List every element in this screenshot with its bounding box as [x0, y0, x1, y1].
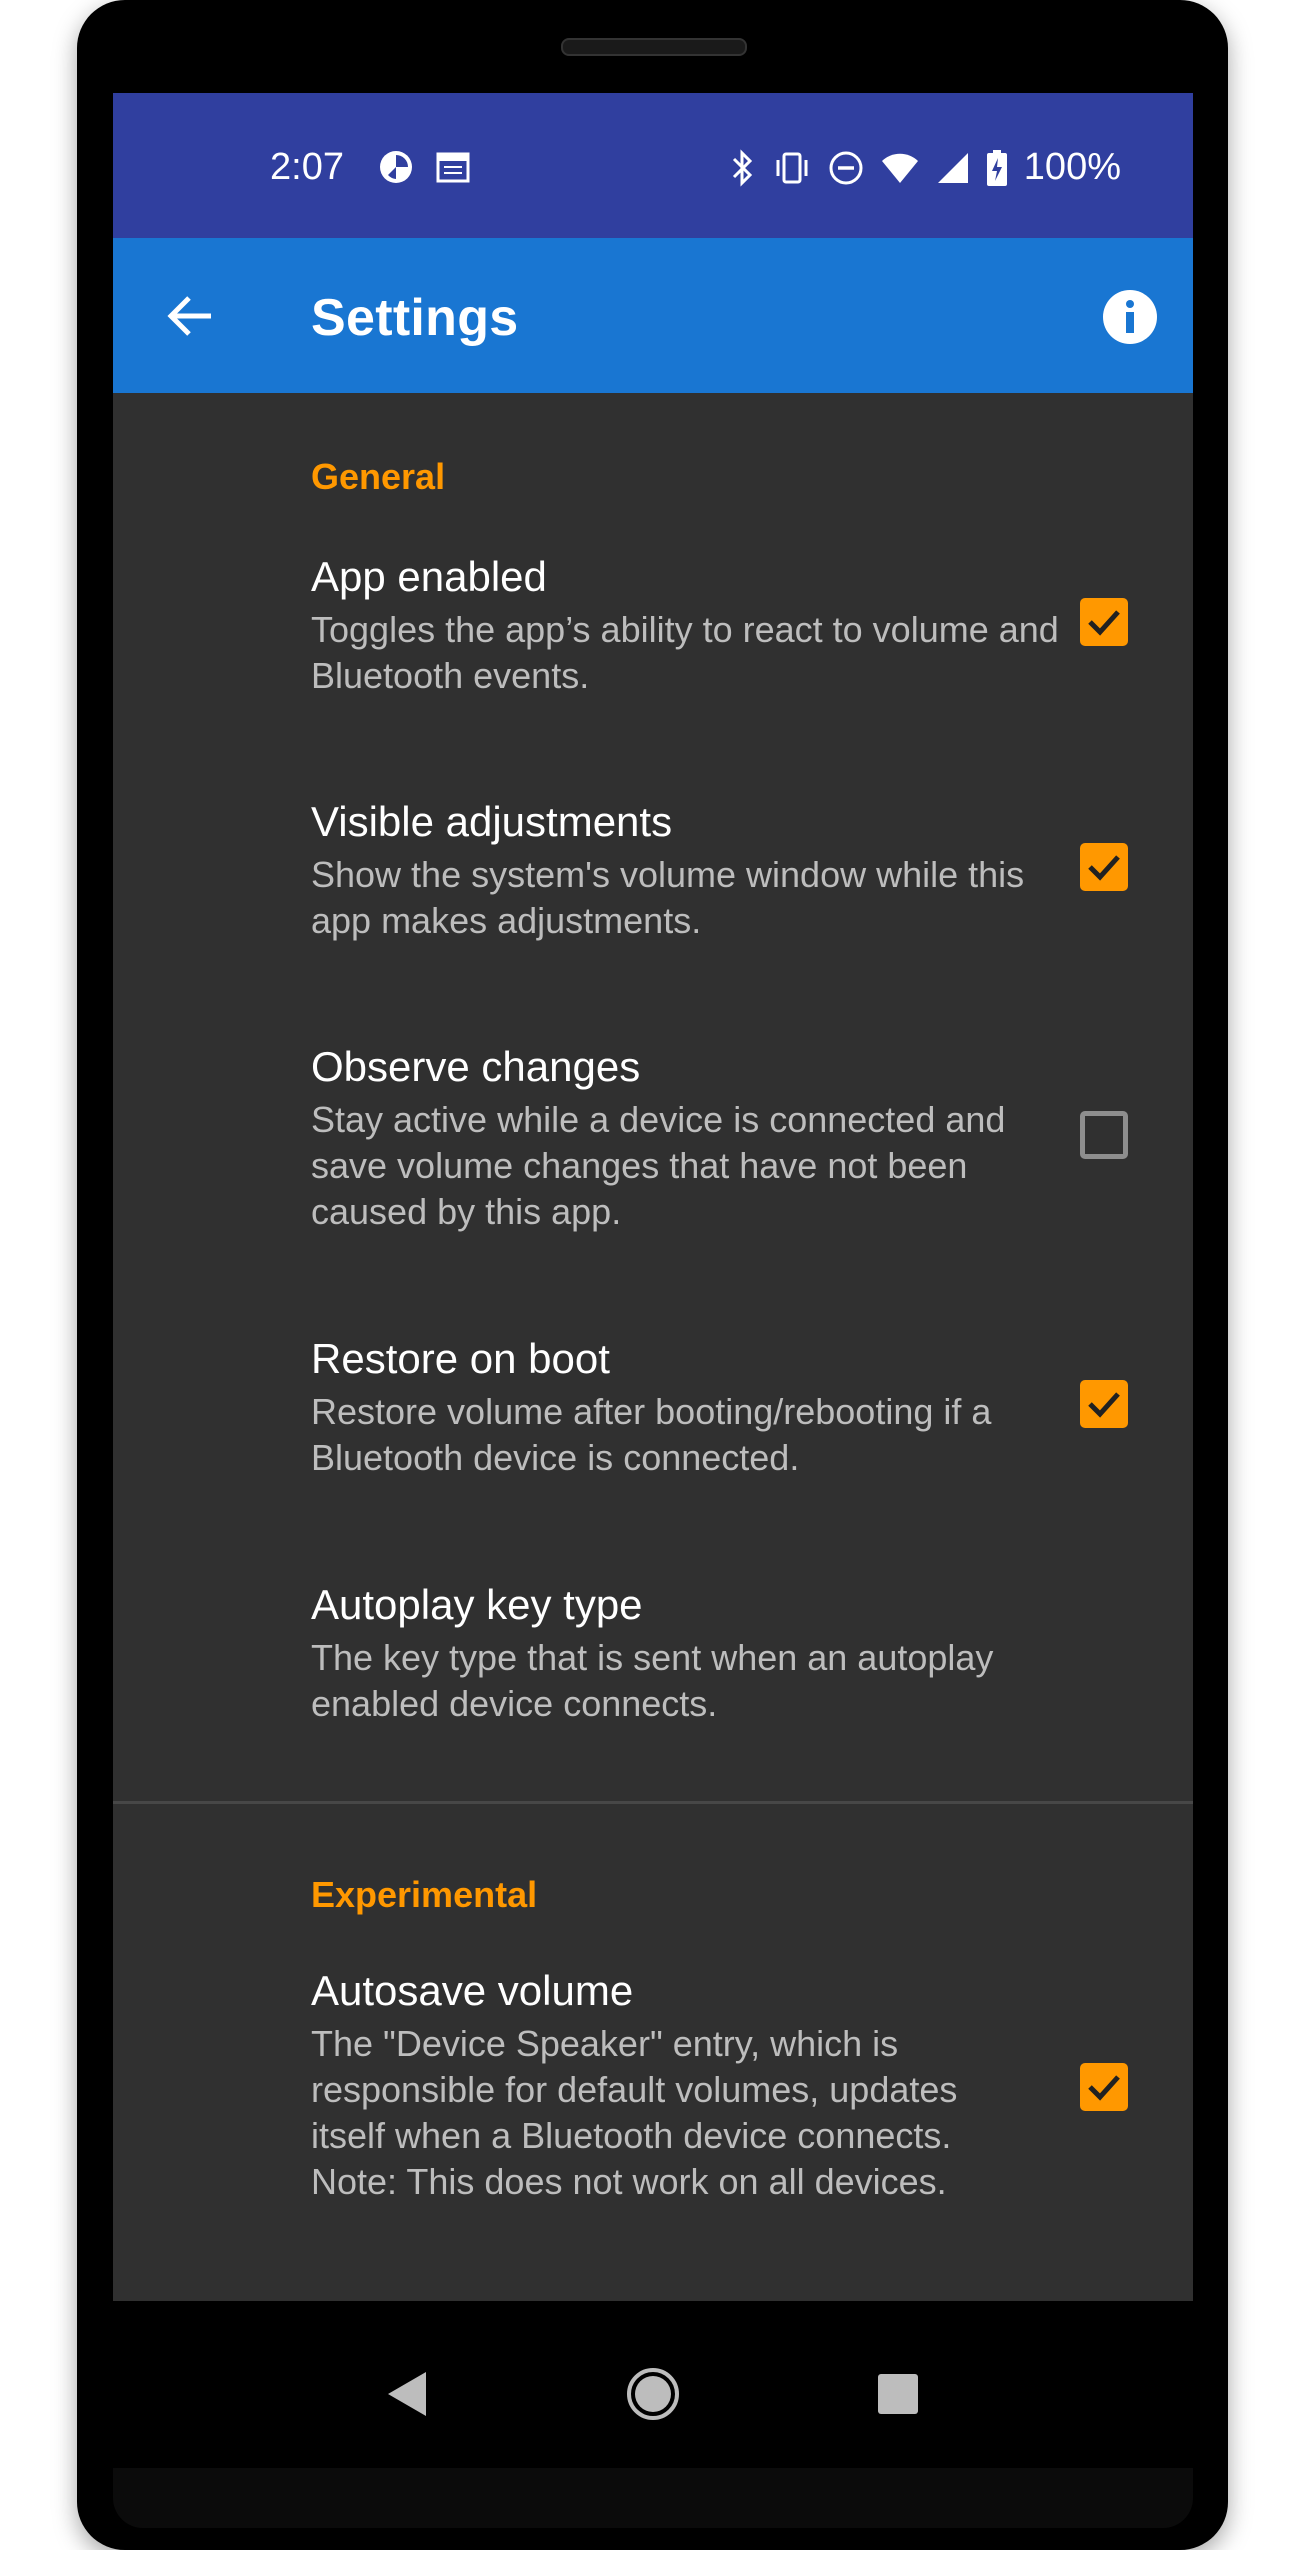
- section-header-experimental: Experimental: [311, 1874, 538, 1915]
- page-title: Settings: [311, 289, 519, 347]
- status-time: 2:07: [270, 146, 344, 188]
- checkmark-icon: [1088, 610, 1120, 636]
- pref-title: Autosave volume: [311, 1967, 634, 2014]
- checkbox-observe-changes[interactable]: [1080, 1111, 1128, 1159]
- pref-app-enabled[interactable]: App enabled Toggles the app’s ability to…: [113, 553, 1193, 753]
- nav-home-button[interactable]: [618, 2359, 688, 2429]
- pref-title: Observe changes: [311, 1043, 641, 1090]
- nav-recents-icon: [878, 2374, 918, 2414]
- battery-charging-icon: [986, 149, 1007, 186]
- status-right-icons: 100%: [730, 146, 1121, 189]
- vibrate-icon: [776, 152, 808, 183]
- screen: 2:07 100% Settings General App enabled T…: [113, 93, 1193, 2301]
- battery-percent: 100%: [1023, 146, 1121, 188]
- info-button[interactable]: [1101, 288, 1159, 346]
- pinwheel-icon: [380, 151, 412, 183]
- pref-summary: The key type that is sent when an autopl…: [311, 1637, 994, 1724]
- nav-back-button[interactable]: [373, 2359, 443, 2429]
- pref-summary: The "Device Speaker" entry, which is res…: [311, 2023, 958, 2202]
- do-not-disturb-icon: [829, 151, 863, 184]
- arrow-back-icon: [167, 296, 211, 336]
- pref-title: Visible adjustments: [311, 798, 673, 845]
- pref-observe-changes[interactable]: Observe changes Stay active while a devi…: [113, 1043, 1193, 1283]
- status-bar: 2:07 100%: [113, 93, 1193, 238]
- wifi-icon: [881, 153, 918, 183]
- pref-summary: Stay active while a device is connected …: [311, 1099, 1006, 1232]
- pref-visible-adjustments[interactable]: Visible adjustments Show the system's vo…: [113, 798, 1193, 998]
- checkmark-icon: [1088, 2075, 1120, 2101]
- pref-restore-on-boot[interactable]: Restore on boot Restore volume after boo…: [113, 1335, 1193, 1535]
- section-divider: [113, 1801, 1193, 1804]
- pref-title: Autoplay key type: [311, 1581, 643, 1628]
- nav-back-icon: [388, 2372, 426, 2416]
- nav-recents-button[interactable]: [863, 2359, 933, 2429]
- nav-home-icon: [627, 2368, 679, 2420]
- phone-chin: [113, 2468, 1193, 2528]
- checkbox-visible-adjustments[interactable]: [1080, 843, 1128, 891]
- checkbox-restore-on-boot[interactable]: [1080, 1380, 1128, 1428]
- pref-title: App enabled: [311, 553, 547, 600]
- checkmark-icon: [1088, 855, 1120, 881]
- checkmark-icon: [1088, 1392, 1120, 1418]
- pref-title: Restore on boot: [311, 1335, 610, 1382]
- pref-summary: Toggles the app’s ability to react to vo…: [311, 609, 1059, 696]
- bluetooth-icon: [732, 148, 752, 187]
- pref-autoplay-key-type[interactable]: Autoplay key type The key type that is s…: [113, 1581, 1193, 1781]
- earpiece-speaker: [561, 38, 747, 56]
- info-icon: [1103, 290, 1157, 344]
- phone-frame: 2:07 100% Settings General App enabled T…: [77, 0, 1228, 2550]
- pref-summary: Restore volume after booting/rebooting i…: [311, 1391, 992, 1478]
- app-bar: Settings: [113, 238, 1193, 393]
- checkbox-autosave-volume[interactable]: [1080, 2063, 1128, 2111]
- back-button[interactable]: [157, 283, 223, 349]
- pref-autosave-volume[interactable]: Autosave volume The "Device Speaker" ent…: [113, 1967, 1193, 2267]
- section-header-general: General: [311, 456, 446, 497]
- status-left-icons: [378, 149, 470, 185]
- checkbox-app-enabled[interactable]: [1080, 598, 1128, 646]
- calendar-icon: [436, 152, 470, 183]
- pref-summary: Show the system's volume window while th…: [311, 854, 1025, 941]
- signal-icon: [937, 152, 968, 183]
